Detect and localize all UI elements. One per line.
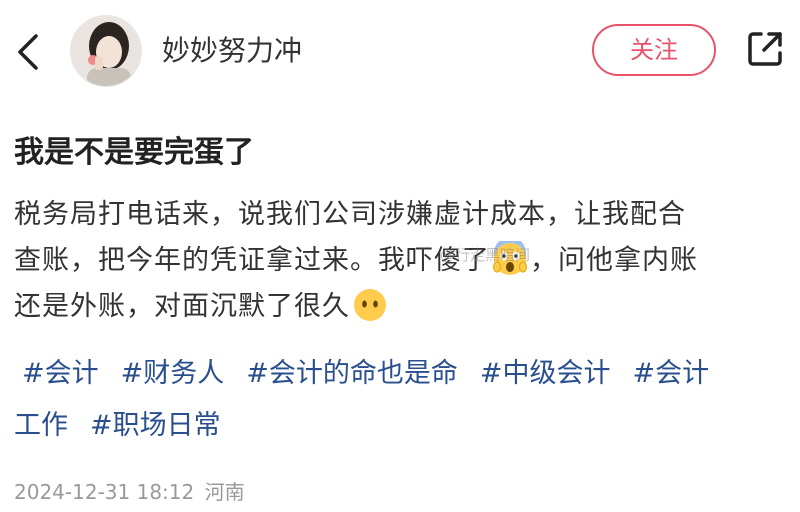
- post-body-text: ，问他拿内账: [530, 245, 698, 276]
- post-body-line: 查账，把今年的凭证拿过来。我吓傻了 ，问他拿内账: [14, 236, 800, 286]
- no-mouth-face-emoji: [352, 287, 388, 323]
- tag-accounting-work-continued[interactable]: 工作: [14, 400, 68, 452]
- post-title: 我是不是要完蛋了: [14, 135, 254, 170]
- back-button[interactable]: [10, 30, 46, 74]
- post-body-line: 税务局打电话来，说我们公司涉嫌虚计成本，让我配合: [14, 199, 686, 230]
- post-location: 河南: [204, 480, 245, 504]
- tag-accounting[interactable]: #会计: [22, 348, 99, 400]
- post-header: 妙妙努力冲 关注: [0, 0, 800, 100]
- share-icon: [748, 32, 782, 66]
- chevron-left-icon: [18, 34, 38, 70]
- post-body-line: 还是外账，对面沉默了很久: [14, 286, 800, 332]
- post-date: 2024-12-31 18:12: [14, 480, 195, 504]
- avatar[interactable]: [70, 15, 142, 87]
- watermark: @行走黑暗间: [440, 246, 531, 264]
- tag-row: #会计 #财务人 #会计的命也是命 #中级会计 #会计: [14, 348, 800, 400]
- share-button[interactable]: [744, 28, 786, 70]
- follow-button[interactable]: 关注: [592, 24, 716, 76]
- post-meta: 2024-12-31 18:12 河南: [14, 478, 249, 506]
- tag-row: 工作 #职场日常: [14, 400, 800, 452]
- tag-list: #会计 #财务人 #会计的命也是命 #中级会计 #会计 工作 #职场日常: [14, 348, 800, 452]
- tag-finance-people[interactable]: #财务人: [121, 348, 225, 400]
- post-body-text: 还是外账，对面沉默了很久: [14, 291, 350, 322]
- tag-accounting-life[interactable]: #会计的命也是命: [246, 348, 458, 400]
- username[interactable]: 妙妙努力冲: [162, 33, 302, 69]
- tag-intermediate-accounting[interactable]: #中级会计: [480, 348, 611, 400]
- tag-accounting-work[interactable]: #会计: [633, 348, 710, 400]
- tag-workplace-daily[interactable]: #职场日常: [90, 400, 221, 452]
- post-body-text: 查账，把今年的凭证拿过来。我吓傻了: [14, 245, 490, 276]
- post-body: 税务局打电话来，说我们公司涉嫌虚计成本，让我配合 查账，把今年的凭证拿过来。我吓…: [14, 194, 800, 332]
- post-page: 妙妙努力冲 关注 我是不是要完蛋了 税务局打电话来，说我们公司涉嫌虚计成本，让我…: [0, 0, 800, 512]
